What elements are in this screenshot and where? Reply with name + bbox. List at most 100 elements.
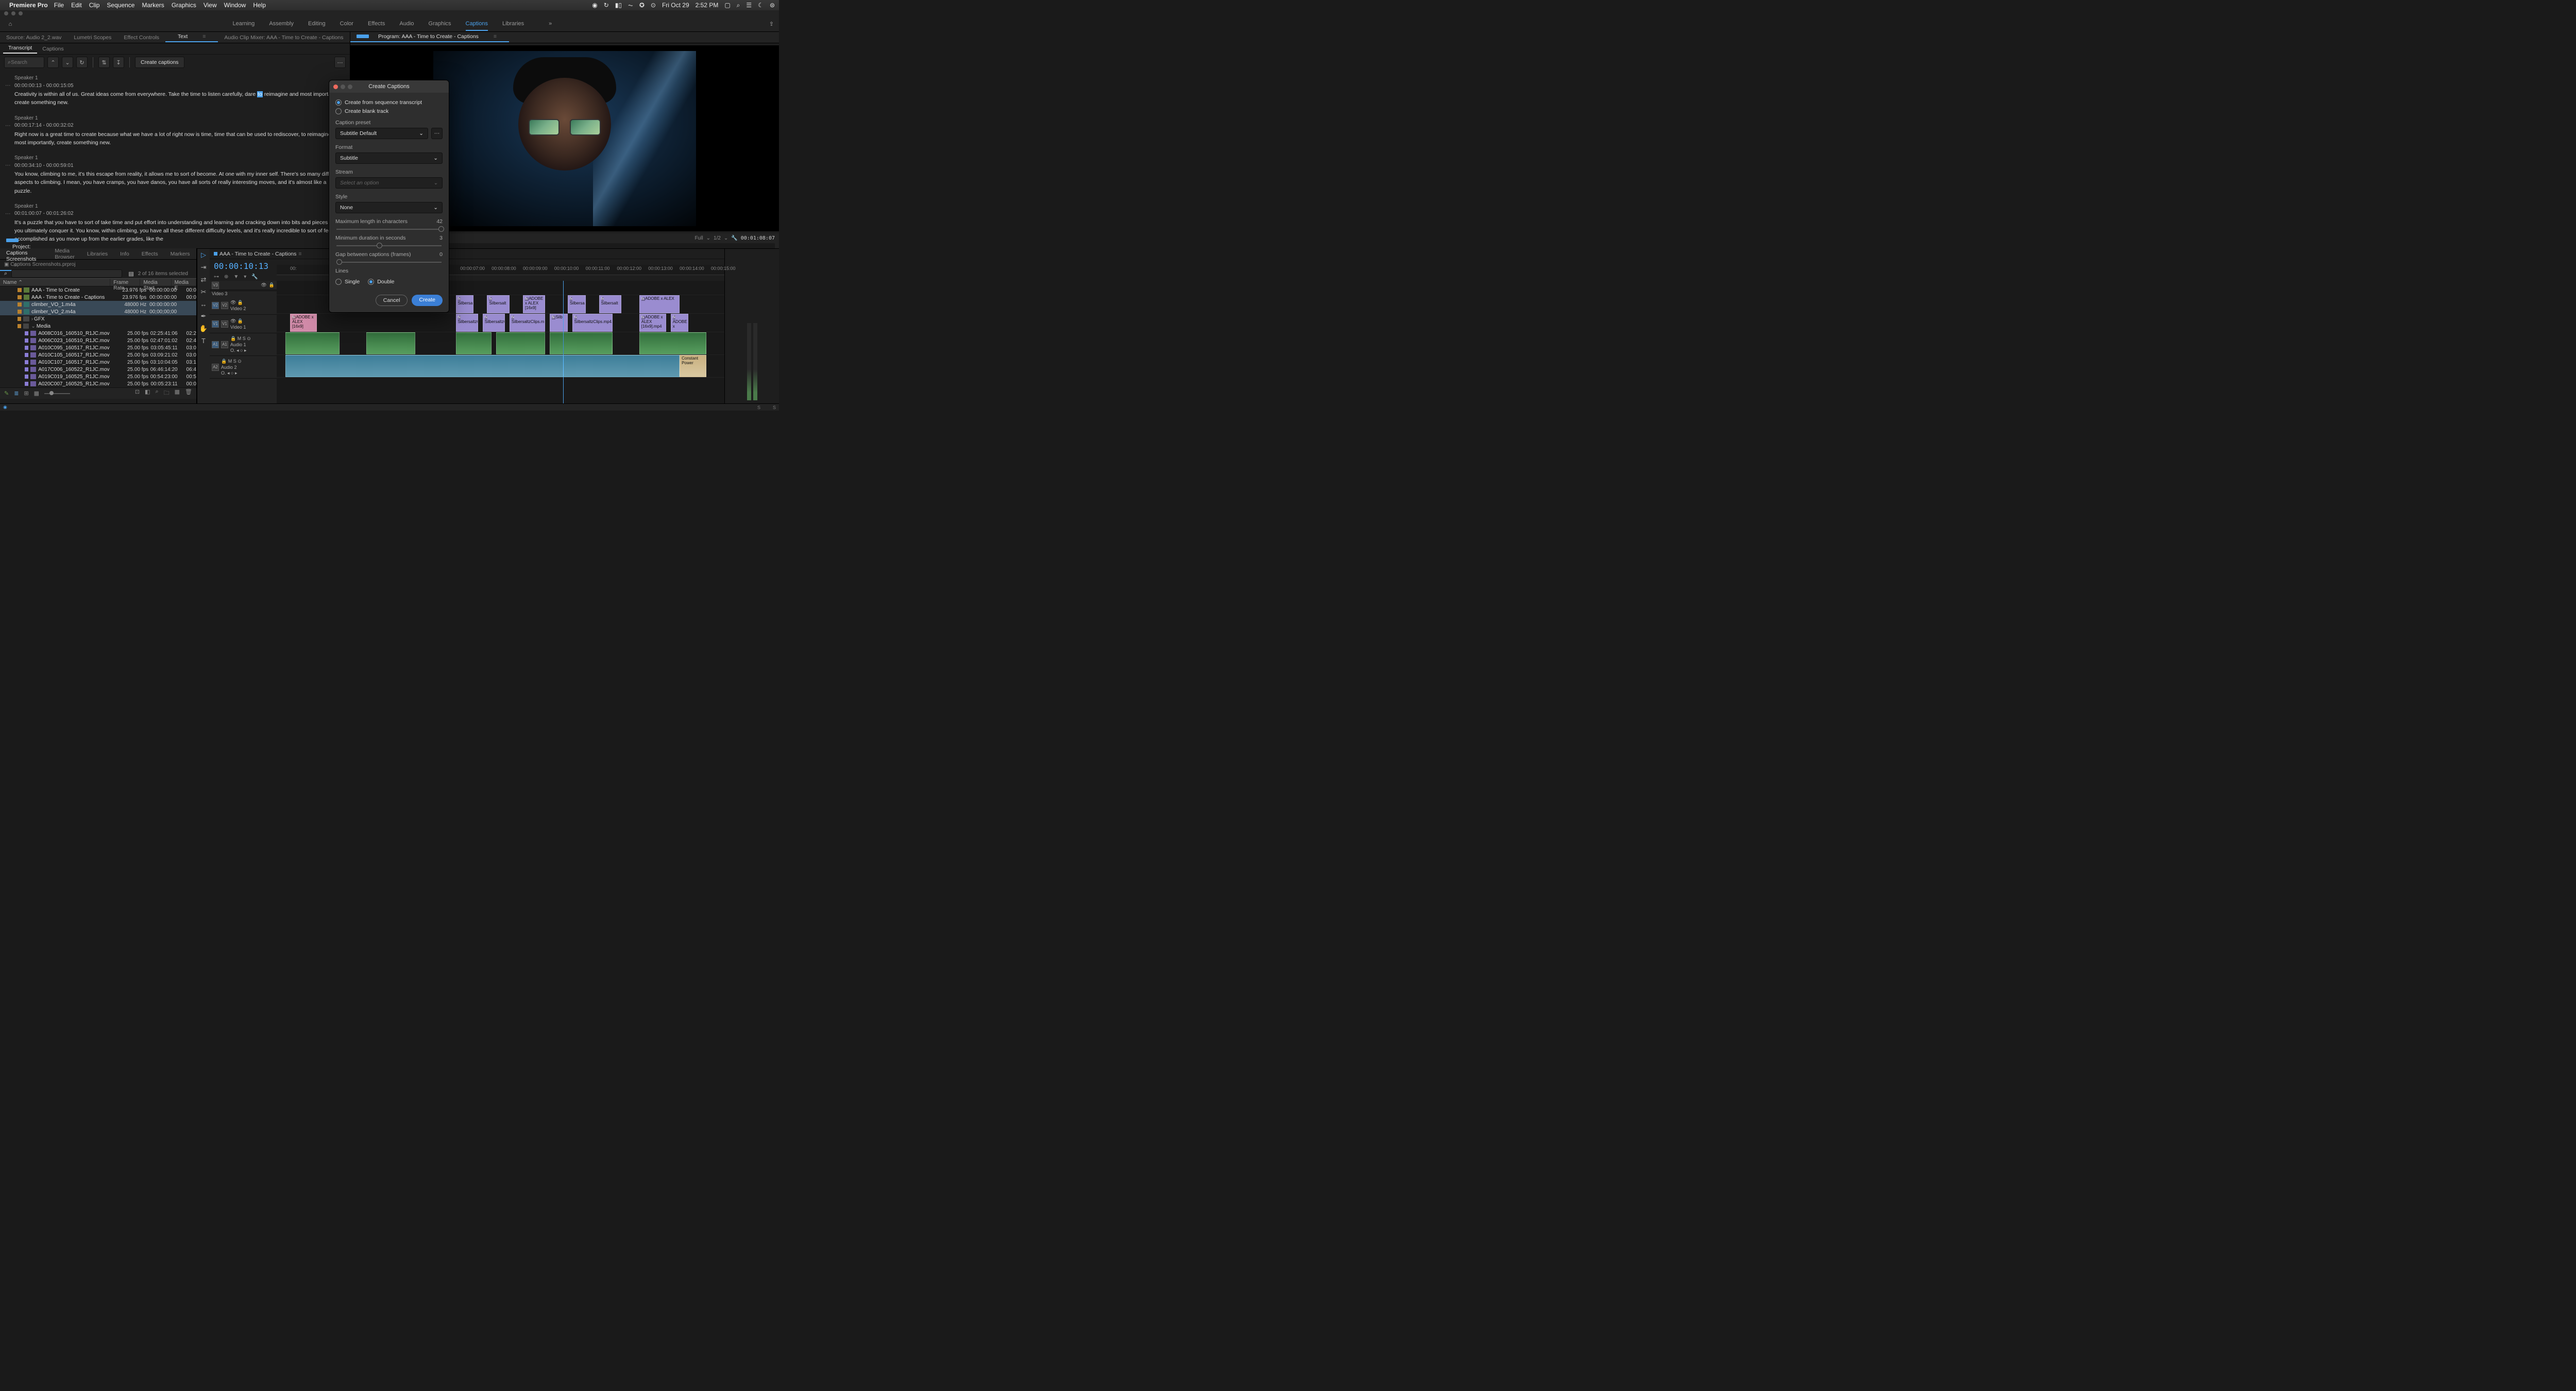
workspace-editing[interactable]: Editing	[308, 21, 326, 27]
menu-window[interactable]: Window	[224, 2, 246, 9]
row-menu-icon[interactable]: ⋯	[5, 122, 11, 130]
display-icon[interactable]: ▢	[724, 2, 730, 9]
subtab-transcript[interactable]: Transcript	[3, 45, 37, 54]
panel-menu-icon[interactable]: ≡	[298, 251, 301, 257]
sync-icon[interactable]: ↻	[604, 2, 609, 9]
radio-double[interactable]: Double	[368, 279, 394, 285]
tab-audio-mixer[interactable]: Audio Clip Mixer: AAA - Time to Create -…	[218, 35, 349, 41]
col-media-end[interactable]: Media E	[172, 279, 196, 286]
workspace-learning[interactable]: Learning	[232, 21, 255, 27]
menubar-time[interactable]: 2:52 PM	[696, 2, 719, 9]
workspace-effects[interactable]: Effects	[368, 21, 385, 27]
video-clip[interactable]: fx ADOBE x ALEX [16x9].mp4	[639, 314, 666, 332]
row-menu-icon[interactable]: ⋯	[5, 161, 11, 169]
menu-file[interactable]: File	[54, 2, 64, 9]
menu-help[interactable]: Help	[253, 2, 266, 9]
pen-tool-icon[interactable]: ✒	[201, 312, 207, 320]
tab-program[interactable]: Program: AAA - Time to Create - Captions…	[350, 33, 509, 42]
tab-info[interactable]: Info	[114, 251, 135, 257]
status-icon[interactable]: ◉	[592, 2, 597, 9]
col-name[interactable]: Name ⌃	[0, 279, 110, 286]
cancel-button[interactable]: Cancel	[376, 295, 408, 306]
create-captions-button[interactable]: Create captions	[135, 57, 184, 68]
slip-tool-icon[interactable]: ↔	[200, 300, 207, 308]
v3-toggle[interactable]: V3	[212, 282, 219, 289]
radio-icon[interactable]	[335, 108, 342, 114]
video-clip[interactable]: fx SilbersaltzClips.mp4.Subclip	[572, 314, 613, 332]
video-clip[interactable]: fx Silbersalt	[599, 295, 621, 313]
wrench-icon[interactable]: 🔧	[731, 235, 737, 241]
battery-icon[interactable]: ▮▯	[615, 2, 622, 9]
menu-markers[interactable]: Markers	[142, 2, 164, 9]
v2-source[interactable]: V2	[212, 302, 219, 309]
radio-from-transcript[interactable]: Create from sequence transcript	[335, 99, 443, 106]
traffic-close[interactable]	[4, 11, 8, 15]
dialog-max-icon[interactable]	[348, 84, 352, 89]
transcript-text[interactable]: Creativity is within all of us. Great id…	[14, 90, 343, 107]
format-select[interactable]: Subtitle⌄	[335, 152, 443, 164]
menu-edit[interactable]: Edit	[71, 2, 82, 9]
freeform-view-icon[interactable]: ▦	[34, 390, 39, 397]
tab-lumetri[interactable]: Lumetri Scopes	[67, 35, 117, 41]
tab-effects[interactable]: Effects	[135, 251, 164, 257]
status-s1[interactable]: S	[757, 405, 760, 410]
workspace-assembly[interactable]: Assembly	[269, 21, 294, 27]
max-chars-value[interactable]: 42	[436, 218, 443, 225]
refresh-icon[interactable]: ↻	[76, 57, 88, 68]
transcript-text[interactable]: Right now is a great time to create beca…	[14, 130, 343, 147]
a1-toggle[interactable]: A1	[221, 341, 228, 348]
traffic-min[interactable]	[11, 11, 15, 15]
search-input[interactable]	[11, 60, 37, 65]
panel-menu-icon[interactable]: ≡	[196, 33, 212, 40]
v2-toggle[interactable]: V2	[221, 302, 228, 309]
status-update-icon[interactable]: ◉	[3, 404, 7, 410]
status-s2[interactable]: S	[773, 405, 776, 410]
workspace-overflow-icon[interactable]: »	[549, 21, 552, 27]
tab-text[interactable]: Text ≡	[165, 33, 218, 42]
video-clip[interactable]: fx ADOBE x ALEX	[639, 295, 680, 313]
dnd-icon[interactable]: ☾	[758, 2, 764, 9]
workspace-color[interactable]: Color	[340, 21, 353, 27]
type-tool-icon[interactable]: T	[201, 337, 206, 345]
transcript-menu-icon[interactable]: ⋯	[334, 57, 346, 68]
min-dur-slider[interactable]	[336, 245, 442, 246]
col-frame-rate[interactable]: Frame Rate	[110, 279, 140, 286]
link-icon[interactable]: ⊕	[224, 274, 228, 280]
search-icon[interactable]: ⌕	[155, 388, 158, 398]
hand-tool-icon[interactable]: ✋	[199, 325, 208, 333]
project-item[interactable]: A010C105_160517_R1JC.mov25.00 fps03:09:2…	[0, 351, 196, 359]
menubar-date[interactable]: Fri Oct 29	[662, 2, 689, 9]
project-item[interactable]: A017C006_160522_R1JC.mov25.00 fps06:46:1…	[0, 366, 196, 373]
app-name[interactable]: Premiere Pro	[9, 2, 48, 9]
track-eye-icon[interactable]: 👁 🔒	[230, 318, 246, 324]
col-media-start[interactable]: Media Start	[140, 279, 171, 286]
wifi-icon[interactable]: ⏦	[628, 2, 633, 9]
preset-options-icon[interactable]: ⋯	[431, 128, 443, 139]
radio-single[interactable]: Single	[335, 279, 360, 285]
workspace-libraries[interactable]: Libraries	[502, 21, 524, 27]
video-clip[interactable]: fx SilbersaltzClips.mp4.Subclip	[483, 314, 505, 332]
video-clip[interactable]: fx Silbersalt	[487, 295, 509, 313]
tab-libraries[interactable]: Libraries	[81, 251, 114, 257]
menu-view[interactable]: View	[204, 2, 217, 9]
project-item[interactable]: ⌄Media	[0, 323, 196, 330]
settings-icon[interactable]: ▾	[244, 274, 246, 280]
a1-source[interactable]: A1	[212, 341, 219, 348]
zoom-slider[interactable]	[44, 393, 70, 394]
project-search-input[interactable]	[11, 269, 122, 278]
location-icon[interactable]: ✪	[639, 2, 645, 9]
project-item[interactable]: A010C095_160517_R1JC.mov25.00 fps03:05:4…	[0, 344, 196, 351]
project-item[interactable]: A010C107_160517_R1JC.mov25.00 fps03:10:0…	[0, 359, 196, 366]
project-item[interactable]: climber_VO_1.m4a48000 Hz00:00:00:00	[0, 301, 196, 308]
wrench-icon[interactable]: 🔧	[251, 274, 258, 280]
video-clip[interactable]: fx SilbersaltzClips.mp4.Subclip	[456, 314, 478, 332]
new-bin-icon[interactable]: 🗀	[164, 388, 170, 398]
video-clip[interactable]: fx ADOBE x ALEX [16x9]	[290, 314, 317, 332]
transcript-text[interactable]: You know, climbing to me, it's this esca…	[14, 170, 343, 195]
pencil-icon[interactable]: ✎	[4, 390, 9, 397]
project-item[interactable]: ›GFX	[0, 315, 196, 323]
traffic-max[interactable]	[19, 11, 23, 15]
dialog-titlebar[interactable]: Create Captions	[329, 80, 449, 93]
min-dur-value[interactable]: 3	[439, 235, 443, 241]
radio-blank-track[interactable]: Create blank track	[335, 108, 443, 114]
